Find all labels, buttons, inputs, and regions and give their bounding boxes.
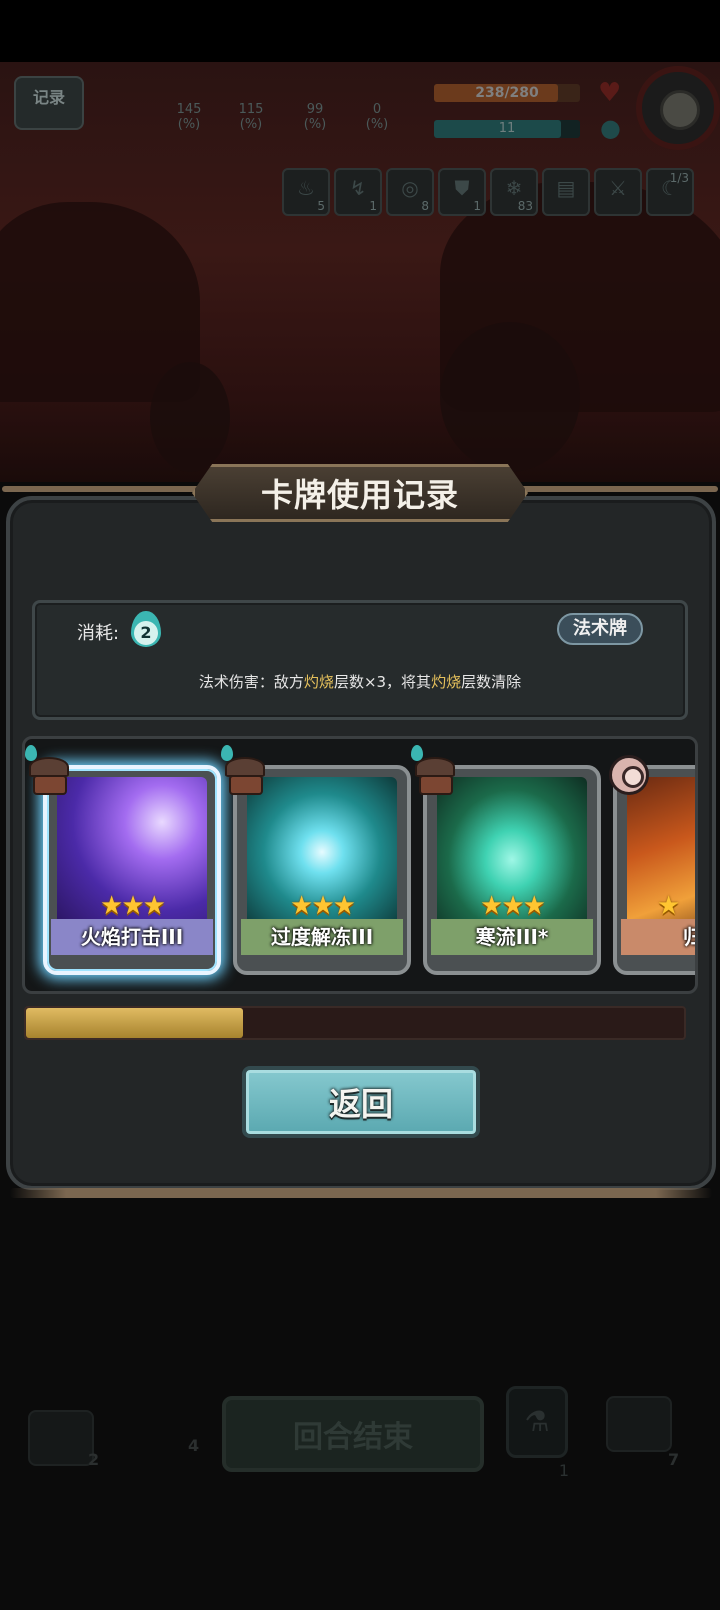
card-record-modal: 消耗: 2 法术牌 法术伤害：敌方灼烧层数×3，将其灼烧层数清除 ★★★ 火焰打… (2, 464, 718, 1198)
frame-trim-right (518, 486, 718, 492)
back-button[interactable]: 返回 (242, 1066, 480, 1138)
stat-heal: 99 (%) (292, 86, 338, 138)
card-name: 火焰打击III (51, 919, 213, 955)
card-description: 法术伤害：敌方灼烧层数×3，将其灼烧层数清除 (198, 673, 522, 691)
target-icon[interactable]: ◎ 8 (386, 168, 434, 216)
sword-icon[interactable]: ⚔ (594, 168, 642, 216)
shield-icon[interactable]: ⛊ 1 (438, 168, 486, 216)
star-rating: ★★★ (290, 891, 356, 921)
mana-drop-icon: ● (600, 114, 621, 142)
hero-avatar-icon (221, 745, 267, 797)
exhaust-pile[interactable]: 7 (606, 1396, 679, 1469)
mana-bar: 11 (434, 120, 580, 138)
fire-icon[interactable]: ♨ 5 (282, 168, 330, 216)
star-rating: ★★★ (100, 891, 166, 921)
star-rating: ★ (657, 891, 680, 921)
eyeball-enemy-icon (605, 751, 651, 797)
card-history-list[interactable]: ★★★ 火焰打击III ★★★ 过度解冻III ★★★ 寒流III* ★ (22, 736, 698, 994)
buff-bar: ♨ 5 ↯ 1 ◎ 8 ⛊ 1 ❄ 83 ▤ ⚔ ☾ 1/3 (282, 168, 694, 216)
scroll-progress-bar[interactable] (24, 1006, 686, 1040)
modal-title: 卡牌使用记录 (192, 464, 528, 522)
hp-bar: 238/280 (434, 84, 580, 102)
record-button[interactable]: 记录 (14, 76, 84, 130)
stat-crit: 0 (%) (354, 86, 400, 138)
card-name: 过度解冻III (241, 919, 403, 955)
enemy-portrait[interactable] (636, 66, 720, 150)
snowflake-icon[interactable]: ❄ 83 (490, 168, 538, 216)
potion-slot[interactable]: ⚗ 1 (506, 1386, 569, 1479)
modal-panel: 消耗: 2 法术牌 法术伤害：敌方灼烧层数×3，将其灼烧层数清除 ★★★ 火焰打… (6, 496, 716, 1198)
status-bar (0, 0, 720, 62)
lightning-icon[interactable]: ↯ 1 (334, 168, 382, 216)
card-name: 归 (621, 919, 695, 955)
frame-trim-left (2, 486, 202, 492)
enemy-eyeball-silhouette (440, 322, 580, 472)
heart-icon: ♥ (598, 78, 622, 108)
hero-silhouette (150, 362, 230, 472)
discard-pile[interactable]: 4 (128, 1410, 199, 1466)
cost-label: 消耗: (77, 623, 120, 644)
star-rating: ★★★ (480, 891, 546, 921)
book-icon[interactable]: ▤ (542, 168, 590, 216)
hero-avatar-icon (411, 745, 457, 797)
end-turn-button[interactable]: 回合结束 (222, 1396, 484, 1472)
stat-defense: 115 (%) (228, 86, 274, 138)
draw-pile[interactable]: 2 (28, 1410, 99, 1469)
mana-cost-icon: 2 (131, 611, 161, 647)
claw-icon[interactable]: ☾ 1/3 (646, 168, 694, 216)
hero-avatar-icon (25, 745, 71, 797)
stat-attack: 145 (%) (166, 86, 212, 138)
card-detail-box: 消耗: 2 法术牌 法术伤害：敌方灼烧层数×3，将其灼烧层数清除 (32, 600, 688, 720)
card-type-badge: 法术牌 (557, 613, 643, 645)
card-name: 寒流III* (431, 919, 593, 955)
